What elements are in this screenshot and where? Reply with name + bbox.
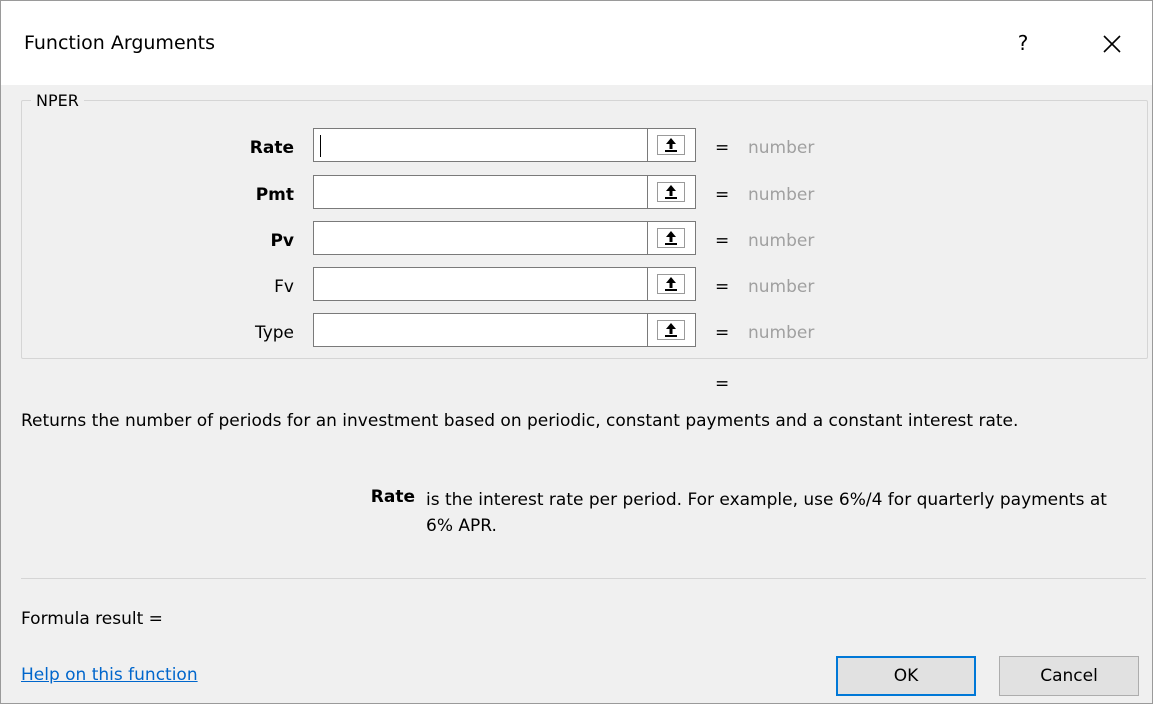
formula-result-label: Formula result = [21, 609, 163, 629]
rate-equals: = [715, 138, 730, 158]
fv-collapse-button[interactable] [648, 267, 696, 301]
arg-label-type: Type [254, 323, 294, 343]
help-on-function-link[interactable]: Help on this function [21, 665, 198, 685]
collapse-dialog-icon [665, 231, 677, 245]
argument-help-text: is the interest rate per period. For exa… [426, 490, 1107, 536]
pmt-collapse-button[interactable] [648, 175, 696, 209]
pmt-equals: = [715, 185, 730, 205]
pv-result: number [748, 231, 815, 251]
arg-label-rate: Rate [249, 138, 294, 158]
fv-equals: = [715, 277, 730, 297]
type-result: number [748, 323, 815, 343]
arg-label-pv: Pv [270, 231, 294, 251]
pmt-result: number [748, 185, 815, 205]
rate-result: number [748, 138, 815, 158]
function-result-equals: = [715, 374, 730, 394]
function-name-label: NPER [31, 91, 84, 110]
type-equals: = [715, 323, 730, 343]
fv-input[interactable] [313, 267, 648, 301]
rate-input[interactable] [313, 128, 648, 162]
close-button[interactable] [1095, 27, 1129, 61]
rate-collapse-button[interactable] [648, 128, 696, 162]
title-bar: Function Arguments ? [1, 1, 1152, 85]
collapse-dialog-icon [665, 185, 677, 199]
function-description: Returns the number of periods for an inv… [21, 411, 1019, 431]
close-icon [1103, 35, 1121, 53]
pv-collapse-button[interactable] [648, 221, 696, 255]
pmt-input[interactable] [313, 175, 648, 209]
help-button[interactable]: ? [1007, 27, 1039, 59]
arg-label-pmt: Pmt [255, 185, 294, 205]
type-input[interactable] [313, 313, 648, 347]
function-arguments-dialog: Function Arguments ? NPER Rate = number … [0, 0, 1153, 704]
collapse-dialog-icon [665, 323, 677, 337]
pv-input[interactable] [313, 221, 648, 255]
dialog-title: Function Arguments [24, 32, 216, 54]
type-collapse-button[interactable] [648, 313, 696, 347]
ok-button[interactable]: OK [836, 656, 976, 696]
text-caret [320, 135, 321, 157]
divider [21, 578, 1146, 579]
argument-help-name: Rate [370, 487, 415, 507]
collapse-dialog-icon [665, 277, 677, 291]
arg-label-fv: Fv [274, 277, 294, 297]
pv-equals: = [715, 231, 730, 251]
fv-result: number [748, 277, 815, 297]
cancel-button[interactable]: Cancel [999, 656, 1139, 696]
collapse-dialog-icon [665, 138, 677, 152]
